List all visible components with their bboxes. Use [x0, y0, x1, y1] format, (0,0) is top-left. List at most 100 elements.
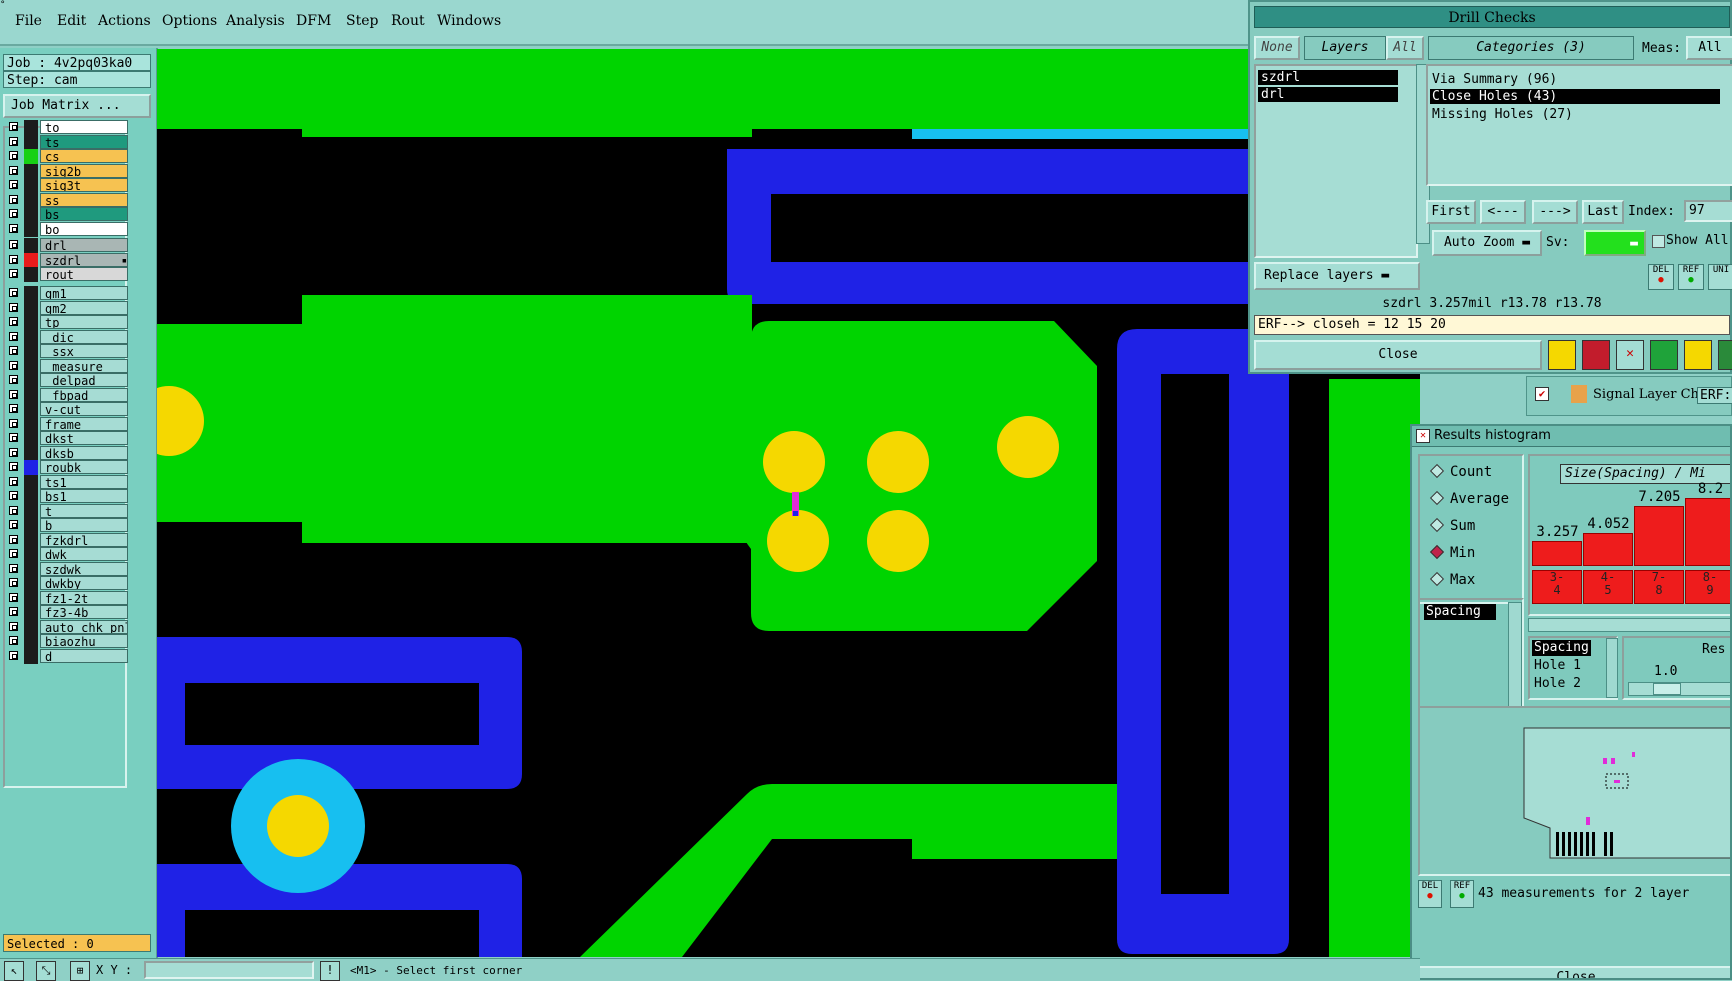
layer-color-swatch[interactable] — [24, 221, 38, 237]
layer-row[interactable]: _delpad — [6, 373, 128, 388]
signal-erf-label[interactable]: ERF: — [1697, 387, 1732, 404]
category-list[interactable]: Via Summary (96) Close Holes (43) Missin… — [1426, 64, 1732, 186]
layer-row[interactable]: _measure — [6, 358, 128, 374]
list-icon[interactable] — [1684, 340, 1712, 370]
detail-item[interactable]: Hole 2 — [1532, 676, 1583, 692]
menu-options[interactable]: Options — [162, 13, 217, 29]
nav-next-button[interactable]: ---> — [1532, 200, 1578, 224]
menu-analysis[interactable]: Analysis — [226, 13, 285, 29]
menu-step[interactable]: Step — [346, 13, 378, 29]
histogram-bin-label[interactable]: 8- 9 — [1685, 570, 1730, 604]
layer-row[interactable]: d — [6, 648, 128, 664]
histogram-bar[interactable] — [1634, 505, 1684, 566]
category-item-selected[interactable]: Close Holes (43) — [1430, 89, 1720, 104]
layer-color-swatch[interactable] — [24, 207, 38, 222]
layer-color-swatch[interactable] — [24, 267, 38, 282]
layer-row[interactable]: bo — [6, 221, 128, 237]
layer-name[interactable]: gm1 — [40, 286, 128, 300]
layer-checkbox[interactable] — [9, 476, 18, 486]
layer-name[interactable]: szdrl ▪ — [40, 252, 128, 267]
layer-checkbox[interactable] — [9, 254, 18, 264]
histogram-scrollbar[interactable] — [1528, 618, 1730, 632]
radio-max[interactable]: Max — [1429, 571, 1475, 588]
layer-checkbox[interactable] — [9, 209, 18, 218]
job-matrix-button[interactable]: Job Matrix ... — [3, 94, 151, 118]
layer-checkbox[interactable] — [9, 331, 18, 341]
layer-checkbox[interactable] — [9, 240, 18, 249]
layers-none-button[interactable]: None — [1254, 36, 1300, 60]
layer-name[interactable]: sig2b — [40, 163, 128, 178]
layer-checkbox[interactable] — [9, 317, 18, 326]
histogram-bar[interactable] — [1685, 497, 1730, 566]
layer-row[interactable]: cs — [6, 149, 128, 164]
pcb-canvas[interactable] — [157, 49, 1420, 957]
layer-color-swatch[interactable] — [24, 149, 38, 164]
layer-row[interactable]: auto_chk_pnl — [6, 619, 128, 635]
preview-del-button[interactable]: DEL ● — [1418, 880, 1442, 908]
layer-checkbox[interactable] — [9, 360, 18, 370]
grid-tool-icon[interactable]: ⊞ — [70, 961, 90, 981]
layer-checkbox[interactable] — [9, 269, 18, 278]
layer-checkbox[interactable] — [9, 650, 18, 660]
layer-color-swatch[interactable] — [24, 648, 38, 664]
layer-row[interactable]: _ssx — [6, 344, 128, 359]
layer-color-swatch[interactable] — [24, 634, 38, 649]
report-icon[interactable] — [1548, 340, 1576, 370]
layer-name[interactable]: cs — [40, 149, 128, 163]
layer-row[interactable]: bs — [6, 207, 128, 222]
layer-name[interactable]: v-cut — [40, 402, 128, 416]
compare-icon[interactable] — [1650, 340, 1678, 370]
layer-color-swatch[interactable] — [24, 460, 38, 475]
layer-name[interactable]: _delpad — [40, 373, 128, 387]
layer-color-swatch[interactable] — [24, 518, 38, 533]
detail-item[interactable]: Hole 1 — [1532, 658, 1583, 674]
layer-color-swatch[interactable] — [24, 387, 38, 403]
layer-color-swatch[interactable] — [24, 489, 38, 504]
layer-checkbox[interactable] — [9, 433, 18, 442]
ref-button[interactable]: REF ● — [1678, 264, 1704, 290]
layer-checkbox[interactable] — [9, 607, 18, 616]
layer-row[interactable]: _dic — [6, 329, 128, 345]
layer-row[interactable]: bs1 — [6, 489, 128, 504]
layer-checkbox[interactable] — [9, 151, 18, 160]
layer-row[interactable]: dwkby — [6, 576, 128, 591]
layer-row[interactable]: fz1-2t — [6, 590, 128, 606]
layer-row[interactable]: gm2 — [6, 300, 128, 316]
layer-name[interactable]: roubk — [40, 460, 128, 474]
menu-actions[interactable]: Actions — [98, 13, 151, 29]
layer-checkbox[interactable] — [9, 462, 18, 471]
layer-name[interactable]: dwkby — [40, 576, 128, 590]
layer-checkbox[interactable] — [9, 375, 18, 384]
layer-name[interactable]: bo — [40, 221, 128, 236]
layer-row[interactable]: dksb — [6, 445, 128, 461]
layer-checkbox[interactable] — [9, 136, 18, 146]
xy-input[interactable] — [144, 961, 314, 979]
layer-row[interactable]: szdrl ▪ — [6, 252, 128, 268]
layer-name[interactable]: ts1 — [40, 474, 128, 489]
layer-color-swatch[interactable] — [24, 300, 38, 316]
layer-color-swatch[interactable] — [24, 590, 38, 606]
slider-handle[interactable] — [1653, 683, 1681, 695]
layer-color-swatch[interactable] — [24, 120, 38, 135]
layer-color-swatch[interactable] — [24, 315, 38, 330]
layer-name[interactable]: dksb — [40, 445, 128, 460]
layer-color-swatch[interactable] — [24, 619, 38, 635]
layer-name[interactable]: ts — [40, 134, 128, 149]
layer-name[interactable]: _fbpad — [40, 387, 128, 402]
layer-name[interactable]: _dic — [40, 329, 128, 344]
histogram-bar[interactable] — [1532, 540, 1582, 566]
layer-name[interactable]: sig3t — [40, 178, 128, 192]
layer-name[interactable]: t — [40, 503, 128, 518]
layer-color-swatch[interactable] — [24, 416, 38, 432]
layer-color-swatch[interactable] — [24, 605, 38, 620]
layer-row[interactable]: ss — [6, 192, 128, 208]
layer-checkbox[interactable] — [9, 592, 18, 602]
layer-checkbox[interactable] — [9, 223, 18, 233]
resolution-slider[interactable] — [1628, 682, 1730, 696]
radio-count[interactable]: Count — [1429, 463, 1492, 480]
layer-name[interactable]: biaozhu — [40, 634, 128, 648]
detail-scrollbar[interactable] — [1606, 638, 1618, 698]
layer-checkbox[interactable] — [9, 165, 18, 175]
histogram-bar[interactable] — [1583, 533, 1633, 566]
layer-color-swatch[interactable] — [24, 134, 38, 150]
